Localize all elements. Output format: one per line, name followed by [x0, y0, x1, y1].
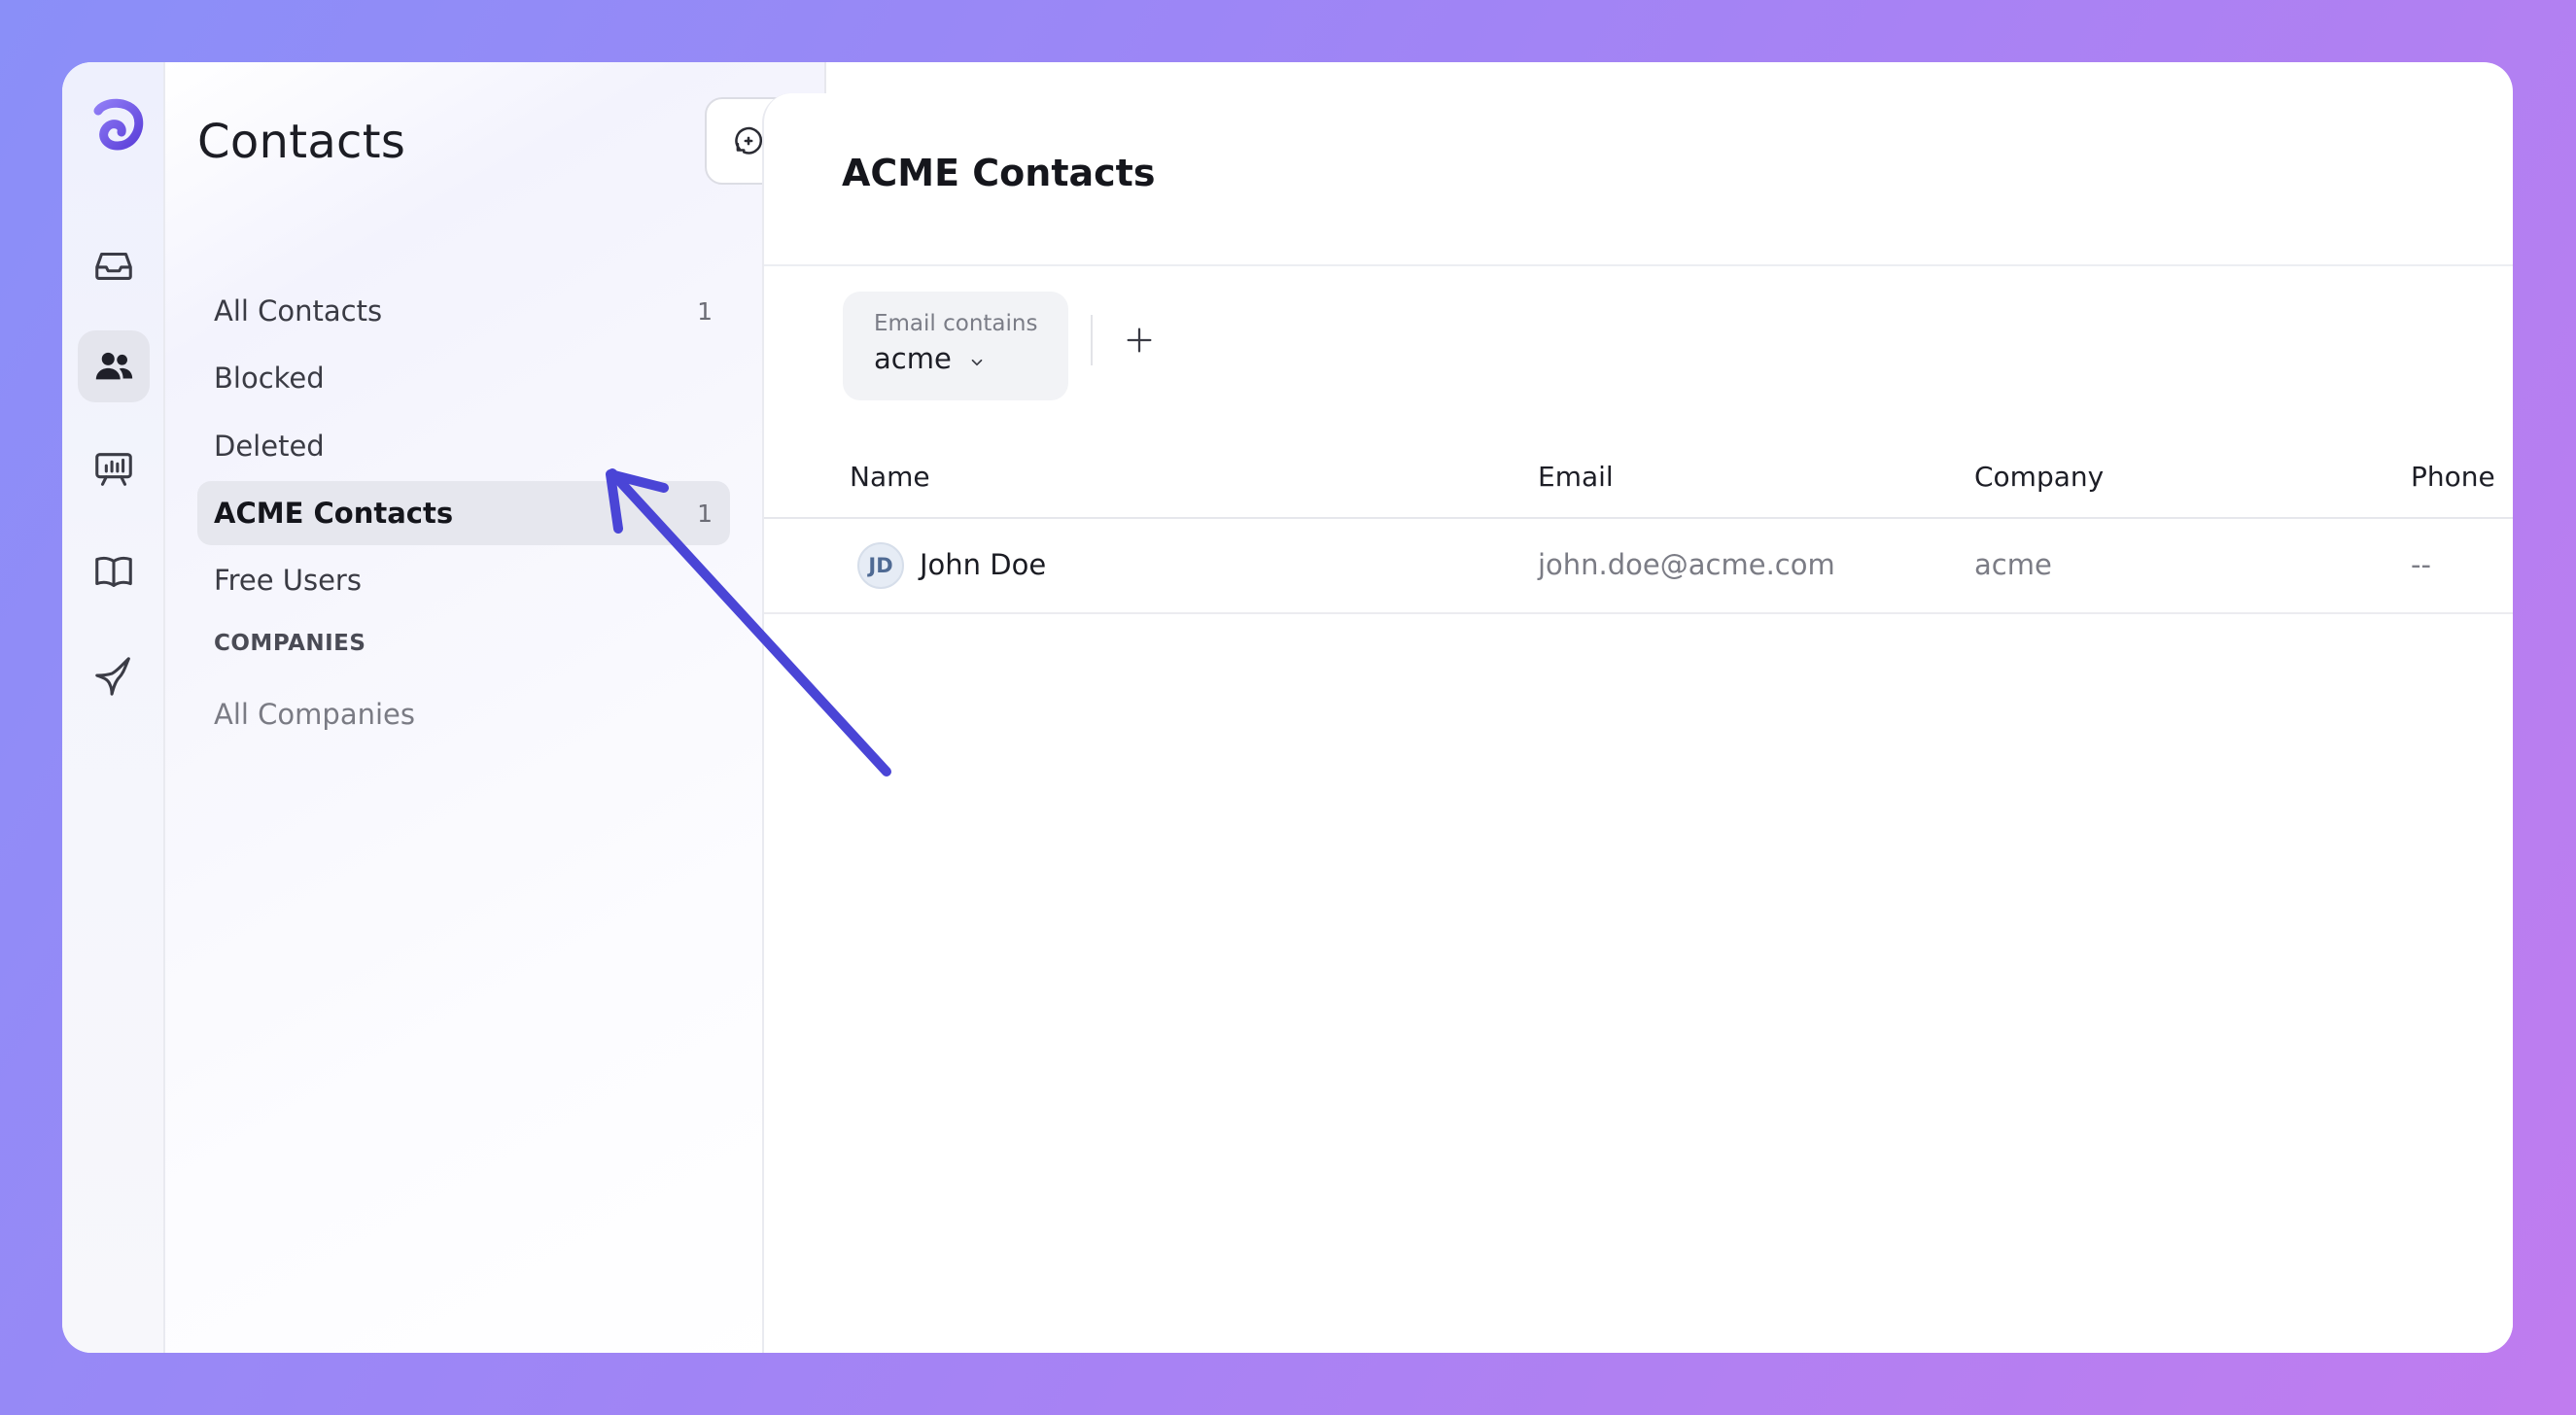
sidebar-item-label: ACME Contacts	[214, 497, 454, 530]
sidebar-item-blocked[interactable]: Blocked	[197, 346, 730, 410]
sidebar-item-count: 1	[697, 499, 713, 528]
plus-icon	[1127, 328, 1152, 353]
sidebar-item-label: Deleted	[214, 430, 325, 463]
sidebar-item-label: All Companies	[214, 698, 415, 731]
contacts-sidebar: Contacts All Contacts 1 Blocked Deleted …	[165, 62, 826, 1353]
contact-phone: --	[2411, 548, 2431, 581]
contact-name[interactable]: John Doe	[920, 548, 1046, 581]
app-logo-icon[interactable]	[90, 97, 145, 152]
add-filter-button[interactable]	[1116, 317, 1163, 363]
column-header-name[interactable]: Name	[850, 461, 930, 493]
contacts-icon[interactable]	[78, 330, 150, 402]
reports-icon[interactable]	[78, 433, 150, 505]
column-header-company[interactable]: Company	[1974, 461, 2104, 493]
sidebar-item-label: All Contacts	[214, 294, 383, 328]
sparkle-icon[interactable]	[78, 639, 150, 711]
inbox-icon[interactable]	[78, 229, 150, 301]
contact-email: john.doe@acme.com	[1538, 548, 1835, 581]
sidebar-item-label: Blocked	[214, 362, 325, 395]
header-divider	[764, 264, 2513, 266]
email-filter-chip[interactable]: Email contains acme	[843, 292, 1068, 400]
filter-value: acme	[874, 342, 952, 375]
sidebar-item-deleted[interactable]: Deleted	[197, 414, 730, 478]
sidebar-item-count: 1	[697, 296, 713, 326]
filter-divider	[1091, 315, 1093, 365]
filter-label: Email contains	[874, 311, 1038, 336]
sidebar-item-acme-contacts[interactable]: ACME Contacts 1	[197, 481, 730, 545]
icon-rail	[62, 62, 165, 1353]
avatar: JD	[857, 542, 904, 589]
companies-section-heading: COMPANIES	[214, 631, 366, 656]
sidebar-item-free-users[interactable]: Free Users	[197, 548, 730, 612]
help-center-icon[interactable]	[78, 536, 150, 608]
sidebar-item-all-companies[interactable]: All Companies	[197, 682, 730, 746]
table-row[interactable]: JD John Doe john.doe@acme.com acme --	[764, 519, 2513, 614]
sidebar-title: Contacts	[197, 115, 406, 169]
contact-company: acme	[1974, 548, 2052, 581]
column-header-email[interactable]: Email	[1538, 461, 1614, 493]
column-header-phone[interactable]: Phone	[2411, 461, 2495, 493]
main-panel: ACME Contacts Email contains acme Name E…	[762, 93, 2513, 1353]
chevron-down-icon	[968, 354, 986, 375]
sidebar-item-all-contacts[interactable]: All Contacts 1	[197, 279, 730, 343]
app-window: Contacts All Contacts 1 Blocked Deleted …	[62, 62, 2513, 1353]
sidebar-item-label: Free Users	[214, 564, 362, 597]
page-title: ACME Contacts	[842, 152, 1156, 194]
